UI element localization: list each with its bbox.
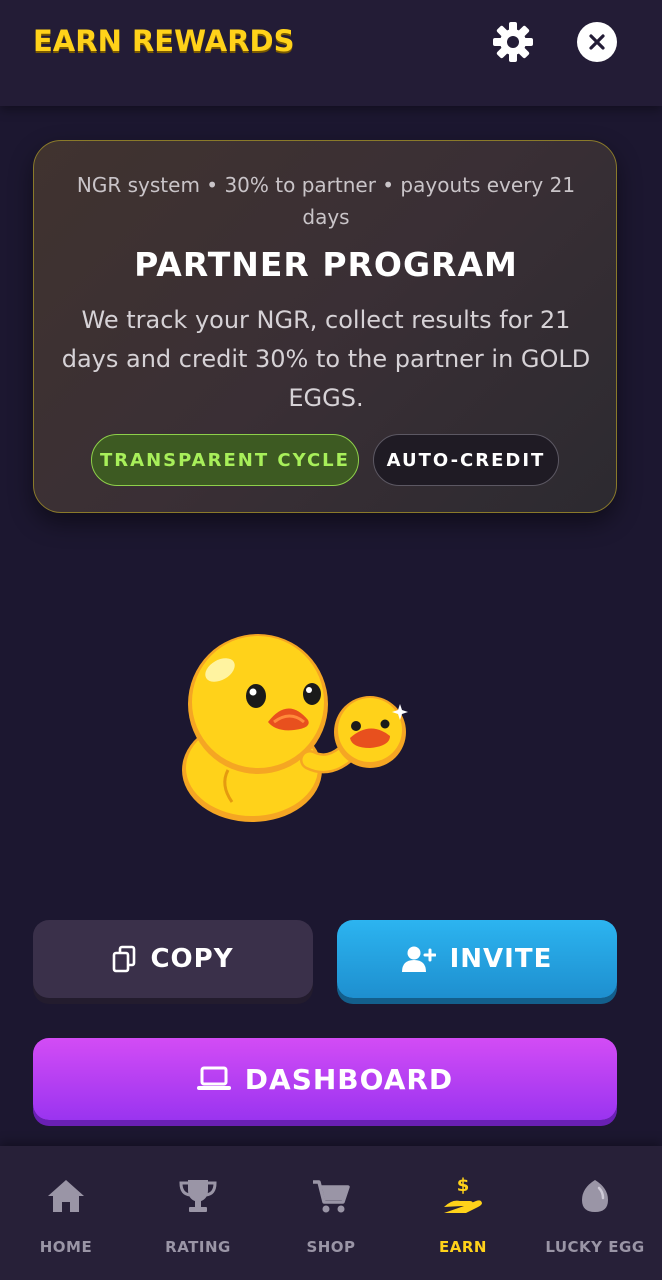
partner-program-card: NGR system • 30% to partner • payouts ev…	[33, 140, 617, 513]
nav-item-rating[interactable]: RATING	[138, 1174, 258, 1264]
dashboard-label: DASHBOARD	[244, 1062, 454, 1096]
copy-icon	[113, 945, 136, 973]
nav-item-home[interactable]: HOME	[6, 1174, 126, 1264]
bottom-navigation: HOME RATING SHOP $ EARN LUCKY EGG	[0, 1146, 662, 1280]
settings-button[interactable]	[490, 19, 536, 65]
nav-item-lucky-egg[interactable]: LUCKY EGG	[535, 1174, 655, 1264]
egg-icon	[582, 1180, 608, 1212]
transparent-cycle-badge: TRANSPARENT CYCLE	[91, 434, 359, 486]
gear-icon	[493, 22, 533, 62]
close-icon	[589, 34, 605, 50]
nav-label-lucky-egg: LUCKY EGG	[545, 1238, 645, 1256]
card-title: PARTNER PROGRAM	[134, 245, 518, 284]
duck-mascot-image	[182, 634, 408, 822]
page-title: EARN REWARDS	[33, 24, 295, 58]
nav-item-earn[interactable]: $ EARN	[403, 1174, 523, 1264]
hand-dollar-icon: $	[444, 1175, 482, 1213]
copy-button[interactable]: COPY	[33, 920, 313, 998]
nav-label-earn: EARN	[439, 1238, 487, 1256]
invite-label: INVITE	[449, 944, 553, 974]
nav-item-shop[interactable]: SHOP	[271, 1174, 391, 1264]
trophy-icon	[179, 1180, 217, 1212]
home-icon	[48, 1180, 84, 1212]
nav-label-home: HOME	[39, 1238, 93, 1256]
earn-rewards-screen: EARN REWARDS NGR system • 30% to partner…	[0, 0, 662, 1280]
add-user-icon	[401, 946, 436, 972]
cart-icon	[313, 1180, 350, 1213]
auto-credit-badge: AUTO-CREDIT	[373, 434, 559, 486]
nav-label-rating: RATING	[165, 1238, 231, 1256]
card-subtitle: NGR system • 30% to partner • payouts ev…	[76, 173, 576, 229]
invite-button[interactable]: INVITE	[337, 920, 617, 998]
svg-text:$: $	[457, 1175, 470, 1196]
nav-label-shop: SHOP	[306, 1238, 356, 1256]
card-description: We track your NGR, collect results for 2…	[61, 306, 591, 412]
dashboard-button[interactable]: DASHBOARD	[33, 1038, 617, 1120]
copy-label: COPY	[150, 944, 234, 974]
close-button[interactable]	[577, 22, 617, 62]
top-bar: EARN REWARDS	[0, 0, 662, 106]
laptop-icon	[196, 1066, 231, 1090]
